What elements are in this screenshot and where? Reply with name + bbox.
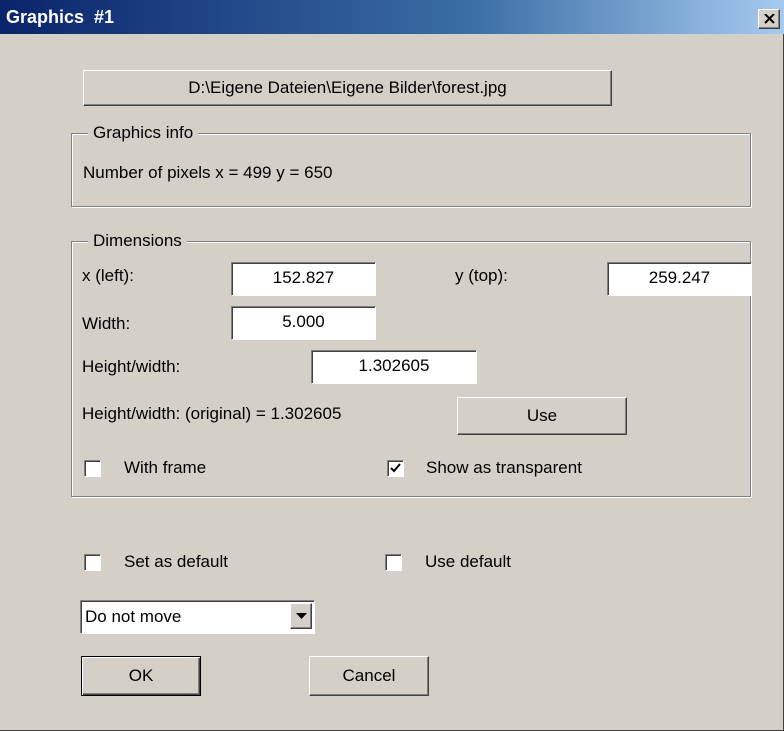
graphics-dialog: Graphics #1 D:\Eigene Dateien\Eigene Bil…	[0, 0, 784, 731]
file-path-button[interactable]: D:\Eigene Dateien\Eigene Bilder\forest.j…	[83, 70, 612, 106]
show-transparent-checkbox[interactable]	[387, 460, 404, 477]
use-button[interactable]: Use	[457, 397, 627, 435]
close-icon	[764, 14, 775, 24]
x-left-label: x (left):	[82, 266, 134, 285]
width-label: Width:	[82, 314, 131, 333]
ok-button[interactable]: OK	[81, 656, 201, 696]
move-mode-value: Do not move	[85, 607, 182, 626]
dropdown-arrow-button[interactable]	[290, 603, 312, 629]
close-button[interactable]	[758, 9, 780, 29]
height-width-field[interactable]: 1.302605	[311, 350, 477, 384]
x-left-field[interactable]: 152.827	[231, 262, 376, 296]
window-title: Graphics #1	[6, 7, 115, 27]
graphics-info-legend: Graphics info	[88, 123, 199, 143]
with-frame-label: With frame	[124, 458, 207, 477]
cancel-button[interactable]: Cancel	[309, 656, 429, 696]
use-default-label: Use default	[425, 552, 511, 571]
set-default-checkbox[interactable]	[84, 554, 101, 571]
use-default-checkbox[interactable]	[385, 554, 402, 571]
height-width-original-text: Height/width: (original) = 1.302605	[82, 404, 342, 423]
pixel-count-text: Number of pixels x = 499 y = 650	[83, 163, 333, 182]
dimensions-legend: Dimensions	[88, 231, 187, 251]
move-mode-select[interactable]: Do not move	[80, 600, 315, 634]
chevron-down-icon	[296, 613, 307, 619]
height-width-label: Height/width:	[82, 357, 181, 376]
y-top-field[interactable]: 259.247	[607, 262, 752, 296]
set-default-label: Set as default	[124, 552, 228, 571]
graphics-info-group: Graphics info Number of pixels x = 499 y…	[71, 123, 751, 207]
width-field[interactable]: 5.000	[231, 306, 376, 340]
title-bar[interactable]: Graphics #1	[0, 0, 784, 34]
y-top-label: y (top):	[455, 266, 508, 285]
checkmark-icon	[390, 463, 401, 473]
with-frame-checkbox[interactable]	[84, 460, 101, 477]
show-transparent-label: Show as transparent	[426, 458, 582, 477]
